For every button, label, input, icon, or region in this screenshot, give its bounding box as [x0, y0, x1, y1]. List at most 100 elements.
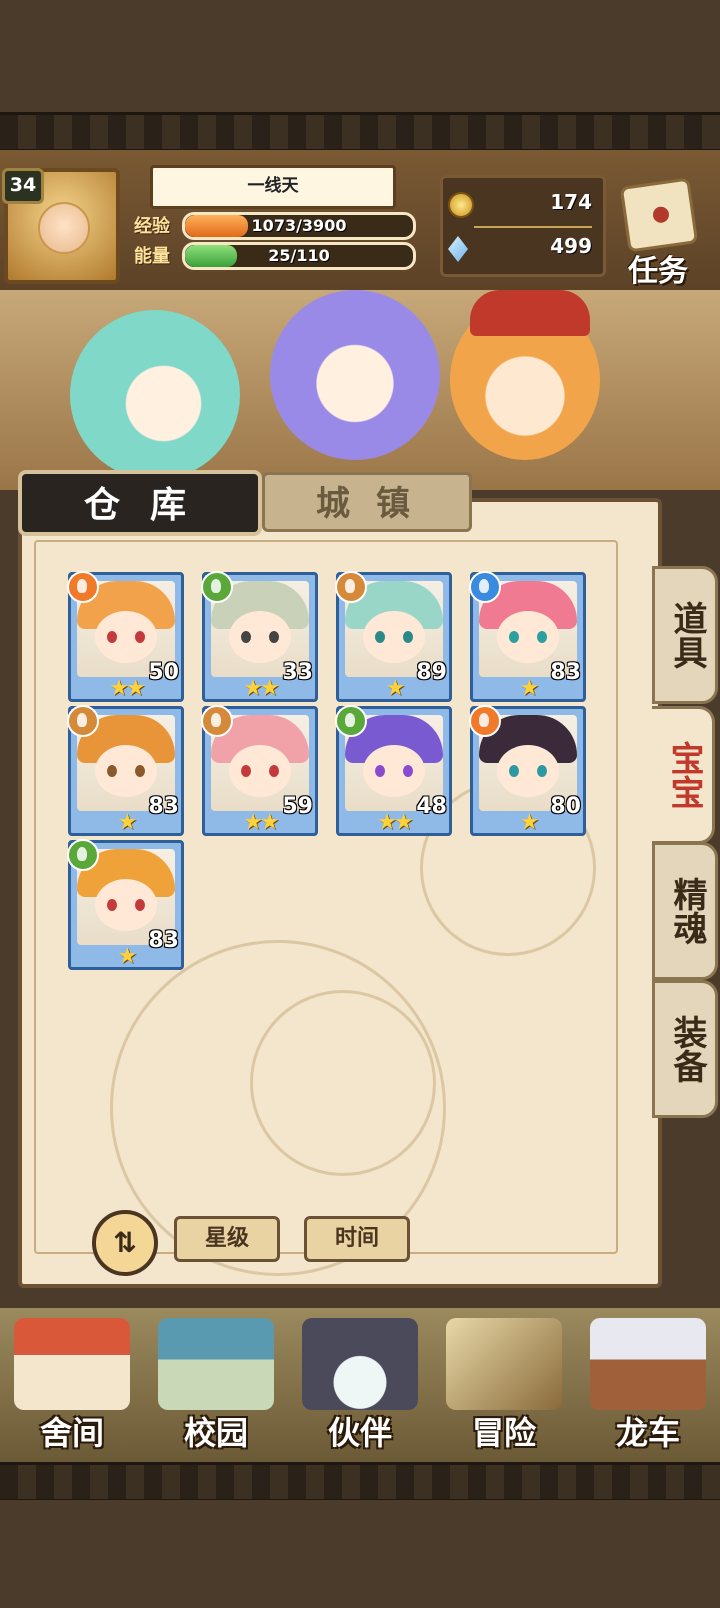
currency-divider: [474, 226, 592, 228]
telescope-icon: [446, 1318, 562, 1410]
pet-stars: ★★: [243, 810, 279, 835]
pet-eye: [135, 765, 145, 777]
pet-eye: [537, 765, 547, 777]
red-hat-icon: [470, 290, 590, 336]
element-earth-icon: [67, 705, 99, 737]
exp-bar: 1073/3900: [182, 212, 416, 240]
coin-count: 174: [550, 190, 592, 214]
element-water-icon: [469, 571, 501, 603]
pet-card[interactable]: 89 ★: [335, 571, 452, 702]
pet-stars: ★: [117, 810, 138, 835]
witch-icon: [302, 1318, 418, 1410]
campus-icon: [158, 1318, 274, 1410]
pet-face: [497, 745, 559, 797]
pet-stars: ★: [385, 676, 406, 701]
nav-dorm[interactable]: 舍间: [0, 1310, 144, 1460]
pet-eye: [241, 765, 251, 777]
deco-circle: [250, 990, 436, 1176]
pet-card[interactable]: 48 ★★: [335, 705, 452, 836]
pet-card[interactable]: 80 ★: [469, 705, 586, 836]
pet-stars: ★★: [243, 676, 279, 701]
pet-card[interactable]: 83 ★: [469, 571, 586, 702]
nav-dragon-cart-label: 龙车: [615, 1414, 680, 1452]
chibi-teal-hair: [70, 310, 240, 480]
tab-warehouse[interactable]: 仓库: [18, 470, 262, 536]
sort-by-star-button[interactable]: 星级: [174, 1216, 280, 1262]
pet-eye: [135, 631, 145, 643]
element-leaf-icon: [201, 571, 233, 603]
pet-card[interactable]: 83 ★: [67, 705, 184, 836]
pet-card[interactable]: 33 ★★: [201, 571, 318, 702]
pet-stars: ★★: [377, 810, 413, 835]
coin-icon: [448, 192, 474, 218]
pet-face: [229, 745, 291, 797]
nav-partner[interactable]: 伙伴: [288, 1310, 432, 1460]
element-earth-icon: [335, 571, 367, 603]
pet-eye: [403, 765, 413, 777]
pet-eye: [537, 631, 547, 643]
pet-stars: ★: [117, 944, 138, 969]
player-name: 一线天: [150, 165, 396, 209]
side-tab-spirits[interactable]: 精魂: [652, 842, 718, 980]
pet-eye: [269, 631, 279, 643]
pet-stars: ★★: [109, 676, 145, 701]
pet-eye: [107, 631, 117, 643]
avatar-face: [38, 202, 90, 254]
nav-adventure[interactable]: 冒险: [432, 1310, 576, 1460]
pet-eye: [135, 899, 145, 911]
pet-eye: [241, 631, 251, 643]
tab-town[interactable]: 城镇: [262, 472, 472, 532]
pet-face: [497, 611, 559, 663]
pet-eye: [403, 631, 413, 643]
nav-partner-label: 伙伴: [327, 1414, 392, 1452]
pet-face: [363, 745, 425, 797]
house-icon: [14, 1318, 130, 1410]
pet-stars: ★: [519, 676, 540, 701]
nav-adventure-label: 冒险: [471, 1414, 536, 1452]
energy-label: 能量: [134, 246, 170, 267]
pet-card[interactable]: 83 ★: [67, 839, 184, 970]
pet-eye: [107, 765, 117, 777]
pet-stars: ★: [519, 810, 540, 835]
energy-bar: 25/110: [182, 242, 416, 270]
pet-eye: [375, 631, 385, 643]
gem-count: 499: [550, 234, 592, 258]
pet-eye: [269, 765, 279, 777]
side-tab-pets[interactable]: 宝宝: [652, 706, 715, 844]
element-fire-icon: [469, 705, 501, 737]
nav-campus-label: 校园: [183, 1414, 248, 1452]
pet-face: [363, 611, 425, 663]
player-level-badge: 34: [2, 168, 44, 204]
pet-eye: [375, 765, 385, 777]
pet-face: [95, 745, 157, 797]
exp-label: 经验: [134, 216, 170, 237]
element-fire-icon: [67, 571, 99, 603]
exp-value: 1073/3900: [251, 216, 347, 235]
element-leaf-icon: [335, 705, 367, 737]
top-background: [0, 0, 720, 112]
pet-eye: [509, 765, 519, 777]
side-tab-items[interactable]: 道具: [652, 566, 718, 704]
element-earth-icon: [201, 705, 233, 737]
sort-toggle-button[interactable]: ⇅: [92, 1210, 158, 1276]
element-leaf-icon: [67, 839, 99, 871]
side-tab-equipment[interactable]: 装备: [652, 980, 718, 1118]
pet-card[interactable]: 50 ★★: [67, 571, 184, 702]
bottom-border: [0, 1462, 720, 1502]
chibi-purple-hair: [270, 290, 440, 460]
quest-label: 任务: [628, 254, 688, 289]
pet-eye: [107, 899, 117, 911]
scroll-icon: [619, 177, 699, 253]
pet-card[interactable]: 59 ★★: [201, 705, 318, 836]
top-border: [0, 112, 720, 152]
nav-campus[interactable]: 校园: [144, 1310, 288, 1460]
pet-eye: [509, 631, 519, 643]
nav-dragon-cart[interactable]: 龙车: [576, 1310, 720, 1460]
bottom-background: [0, 1500, 720, 1608]
sort-by-time-button[interactable]: 时间: [304, 1216, 410, 1262]
nav-dorm-label: 舍间: [39, 1414, 104, 1452]
pet-face: [95, 879, 157, 931]
pet-face: [95, 611, 157, 663]
banner-illustration: [0, 290, 720, 490]
quest-button[interactable]: 任务: [602, 168, 714, 289]
